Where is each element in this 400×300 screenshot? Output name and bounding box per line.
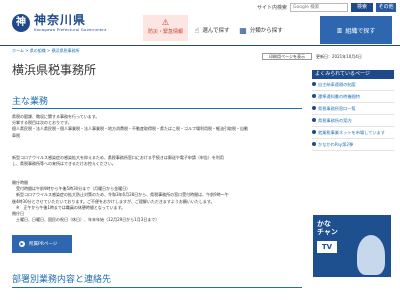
nav-disaster[interactable]: ⚠ 防災・緊急情報 [143,15,188,41]
bullet-icon [312,118,316,122]
print-page-button[interactable]: 印刷用ページを表示 [262,53,312,60]
covid-notice: 新型コロナウイルス感染症の感染拡大を抑えるため、県税事務所窓口における手続きは郵… [12,155,224,167]
update-date: 更新日：2021年10月4日 [316,54,362,59]
bullet-icon [312,106,316,110]
page-title: 横浜県税事務所 [12,63,97,77]
popular-pages-sidebar: よくみられているページ 自主納車遠隔の制度 還準通知書の時機間特 県税事務所窓口… [312,70,394,151]
section-divider [12,108,302,109]
site-search-label: サイト内検索 [256,4,287,11]
warning-icon: ⚠ [161,18,170,27]
nav-row: ☝ 選んで探す ▦ 分類から探す [188,16,285,44]
kanagawa-emblem-icon: 神 [12,14,30,32]
logo-text-jp: 神奈川県 [34,13,87,27]
sidebar-item[interactable]: かなかわPay第2弾 [312,139,394,151]
sidebar-item[interactable]: 自主納車遠隔の制度 [312,79,394,91]
sidebar-item[interactable]: 就業税事業ネットを市場しています [312,127,394,139]
nav-category[interactable]: ▦ 分類から探す [237,16,285,44]
opening-hours: 開庁時間 受付時間は午前9時から午後5時30分まで（月曜日から金曜日） 新型コロ… [12,180,229,223]
logo-text-en: Kanagawa Prefectural Government [34,27,107,32]
bullet-icon [312,142,316,146]
hand-icon: ☝ [194,25,200,35]
section-divider [12,287,302,288]
arrow-right-icon: ▶ [19,241,25,247]
org-search-button[interactable]: ▥ 組織で探す [320,16,392,44]
bullet-icon [312,130,316,134]
breadcrumb[interactable]: ホーム > 県の組織 > 横浜県税事務所 [12,48,80,54]
page: サイト内検索 Google 検索 検索 その他 神 神奈川県 Kanagawa … [0,0,400,300]
sidebar-item[interactable]: 県税事務所の案内 [312,115,394,127]
kanagawa-tv-banner[interactable]: かな チャン TV [313,215,391,277]
other-button[interactable]: その他 [376,2,396,12]
nav-choose[interactable]: ☝ 選んで探す [188,16,236,44]
pr-page-button[interactable]: ▶ 所属PRページ [12,235,72,253]
bullet-icon [312,94,316,98]
duties-text: 県税の賦課、徴収に関する事務を行っています。 分掌する税目は次のとおりです。 個… [12,114,248,138]
section-heading-main-duties: 主な業務 [12,97,49,107]
sidebar-heading: よくみられているページ [312,70,394,79]
mascot-figure [357,235,385,275]
main-nav: ⚠ 防災・緊急情報 [143,15,188,41]
bullet-icon [312,82,316,86]
search-input[interactable]: Google 検索 [290,2,348,12]
building-icon: ▥ [336,26,343,34]
header-divider [0,45,400,46]
top-strip: サイト内検索 Google 検索 検索 その他 [0,0,400,14]
site-logo[interactable]: 神 神奈川県 Kanagawa Prefectural Government [12,14,107,32]
category-icon: ▦ [239,25,247,35]
section-heading-departments: 部署別業務内容と連絡先 [12,275,112,285]
tv-badge: TV [317,241,337,253]
search-button[interactable]: 検索 [351,2,373,12]
sidebar-item[interactable]: 県税事務所窓口一覧 [312,103,394,115]
sidebar-item[interactable]: 還準通知書の時機間特 [312,91,394,103]
